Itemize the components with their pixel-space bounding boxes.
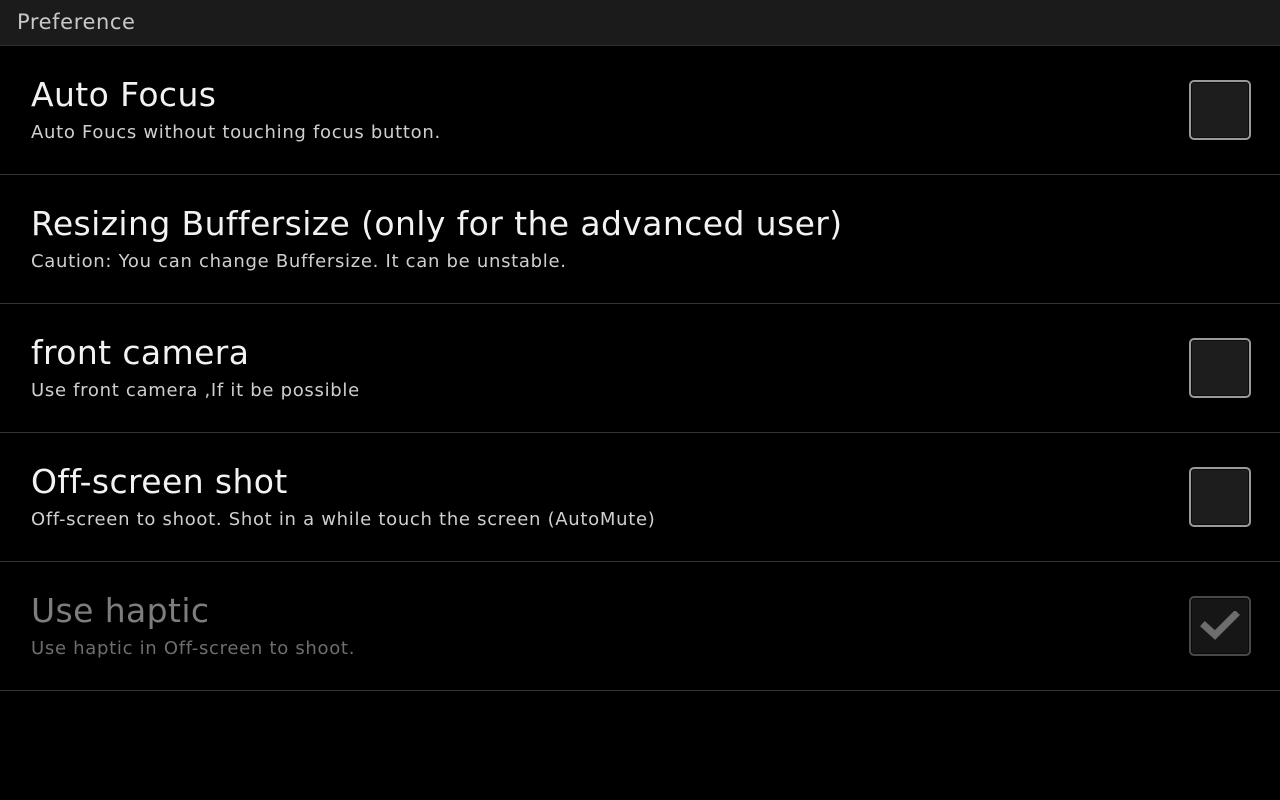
page-title: Preference [17, 9, 136, 34]
check-icon [1200, 611, 1240, 640]
checkbox[interactable] [1189, 80, 1251, 140]
checkbox[interactable] [1189, 338, 1251, 398]
preference-summary: Off-screen to shoot. Shot in a while tou… [31, 508, 656, 530]
preference-title: front camera [31, 332, 250, 372]
preference-summary: Use front camera ,If it be possible [31, 379, 360, 401]
preference-row[interactable]: Resizing Buffersize (only for the advanc… [0, 175, 1280, 304]
checkbox[interactable] [1189, 467, 1251, 527]
preference-row-text: Off-screen shot Off-screen to shoot. Shot… [31, 461, 1188, 531]
preference-title: Resizing Buffersize (only for the advanc… [31, 203, 843, 243]
title-bar: Preference [0, 0, 1280, 46]
preference-title: Use haptic [31, 590, 210, 630]
preference-row[interactable]: front camera Use front camera ,If it be p… [0, 304, 1280, 433]
preference-checkbox-slot [1188, 338, 1252, 398]
checkbox[interactable] [1189, 596, 1251, 656]
preference-title: Off-screen shot [31, 461, 288, 501]
preference-checkbox-slot [1188, 80, 1252, 140]
preference-list: Auto Focus Auto Foucs without touching fo… [0, 46, 1280, 691]
preference-screen: Preference Auto Focus Auto Foucs without … [0, 0, 1280, 800]
preference-checkbox-slot [1188, 596, 1252, 656]
preference-row-text: Use haptic Use haptic in Off-screen to sh… [31, 590, 1188, 660]
preference-row-text: front camera Use front camera ,If it be p… [31, 332, 1188, 402]
preference-row[interactable]: Use haptic Use haptic in Off-screen to sh… [0, 562, 1280, 691]
preference-summary: Auto Foucs without touching focus button… [31, 121, 441, 143]
preference-row[interactable]: Auto Focus Auto Foucs without touching fo… [0, 46, 1280, 175]
preference-row[interactable]: Off-screen shot Off-screen to shoot. Shot… [0, 433, 1280, 562]
preference-checkbox-slot [1188, 467, 1252, 527]
preference-title: Auto Focus [31, 74, 217, 114]
empty-area [0, 691, 1280, 797]
preference-summary: Caution: You can change Buffersize. It c… [31, 250, 567, 272]
preference-row-text: Auto Focus Auto Foucs without touching fo… [31, 74, 1188, 144]
preference-summary: Use haptic in Off-screen to shoot. [31, 637, 356, 659]
preference-row-text: Resizing Buffersize (only for the advanc… [31, 203, 1188, 273]
